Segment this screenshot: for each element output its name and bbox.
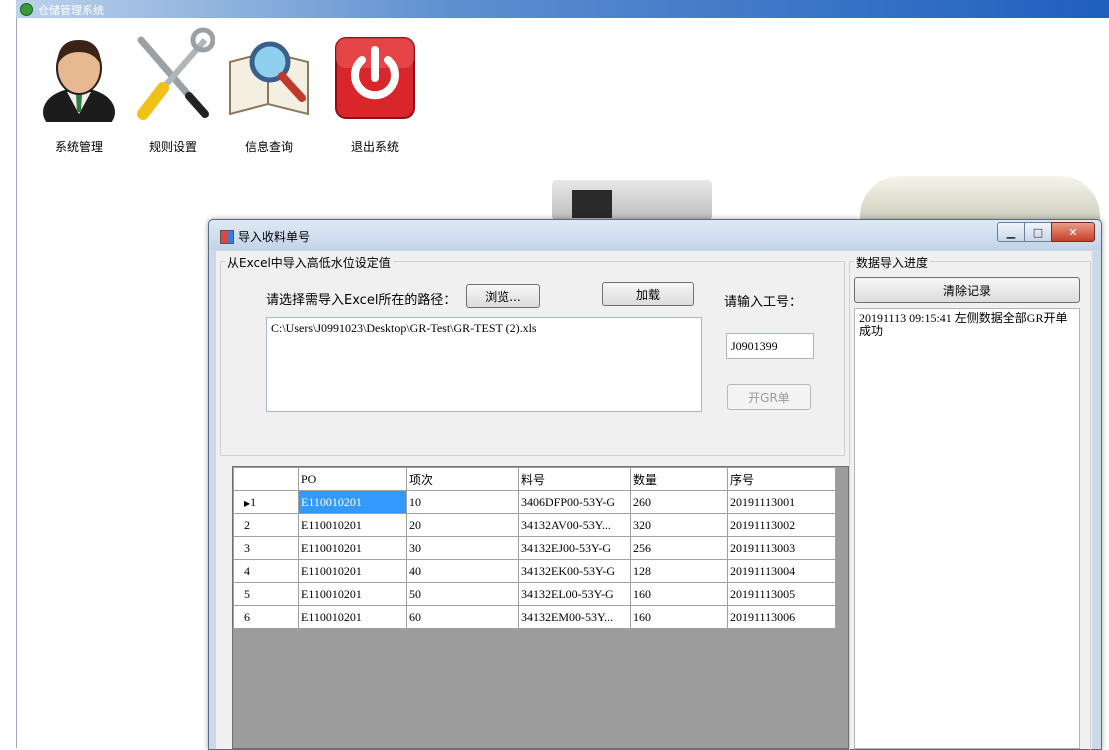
row-header[interactable]: 5	[233, 582, 299, 606]
background-image	[552, 180, 712, 220]
app-title: 仓储管理系统	[38, 4, 104, 17]
cell-seq[interactable]: 20191113003	[727, 536, 836, 560]
app-icon	[20, 3, 33, 16]
cell-po[interactable]: E110010201	[298, 605, 407, 629]
cell-seq[interactable]: 20191113005	[727, 582, 836, 606]
toolbar-label: 规则设置	[148, 140, 197, 154]
cell-seq[interactable]: 20191113001	[727, 490, 836, 514]
dialog-titlebar[interactable]: 导入收料单号 ▁ □ ✕	[209, 220, 1101, 250]
toolbar-label: 退出系统	[350, 140, 399, 154]
toolbar-info-query[interactable]: 信息查询	[224, 22, 314, 162]
toolbar-system-management[interactable]: 系统管理	[34, 22, 124, 162]
clear-records-button[interactable]: 清除记录	[854, 277, 1080, 303]
column-header-po[interactable]: PO	[298, 467, 407, 491]
background-image	[860, 176, 1100, 220]
toolbar-label: 系统管理	[54, 140, 103, 154]
tools-icon	[137, 27, 215, 120]
dialog-client-area: 从Excel中导入高低水位设定值 请选择需导入Excel所在的路径： 浏览...…	[216, 251, 1092, 750]
column-header-seq[interactable]: 序号	[727, 467, 836, 491]
browse-button[interactable]: 浏览...	[466, 284, 540, 308]
cell-part[interactable]: 34132EM00-53Y...	[518, 605, 631, 629]
data-grid-table: PO 项次 料号 数量 序号 ▶1 E110010201 10 3406DFP0…	[233, 467, 836, 629]
user-icon	[43, 40, 115, 122]
cell-item[interactable]: 40	[406, 559, 519, 583]
path-label: 请选择需导入Excel所在的路径：	[266, 293, 457, 308]
cell-item[interactable]: 60	[406, 605, 519, 629]
grid-header-row: PO 项次 料号 数量 序号	[233, 467, 836, 491]
row-number: 1	[250, 494, 257, 509]
table-row[interactable]: 3 E110010201 30 34132EJ00-53Y-G 256 2019…	[233, 536, 836, 560]
cell-part[interactable]: 34132AV00-53Y...	[518, 513, 631, 537]
cell-part[interactable]: 34132EL00-53Y-G	[518, 582, 631, 606]
table-row[interactable]: 2 E110010201 20 34132AV00-53Y... 320 201…	[233, 513, 836, 537]
cell-part[interactable]: 34132EJ00-53Y-G	[518, 536, 631, 560]
cell-item[interactable]: 30	[406, 536, 519, 560]
cell-po[interactable]: E110010201	[298, 582, 407, 606]
table-row[interactable]: 5 E110010201 50 34132EL00-53Y-G 160 2019…	[233, 582, 836, 606]
import-group-legend: 从Excel中导入高低水位设定值	[225, 254, 393, 271]
import-dialog: 导入收料单号 ▁ □ ✕ 从Excel中导入高低水位设定值 请选择需导入Exce…	[208, 219, 1102, 750]
cell-seq[interactable]: 20191113002	[727, 513, 836, 537]
power-icon	[335, 37, 415, 119]
data-grid[interactable]: PO 项次 料号 数量 序号 ▶1 E110010201 10 3406DFP0…	[232, 466, 849, 749]
dialog-title: 导入收料单号	[238, 230, 311, 244]
maximize-button[interactable]: □	[1024, 222, 1052, 242]
cell-qty[interactable]: 260	[630, 490, 728, 514]
cell-seq[interactable]: 20191113006	[727, 605, 836, 629]
row-header[interactable]: ▶1	[233, 490, 299, 514]
column-header-item[interactable]: 项次	[406, 467, 519, 491]
cell-po[interactable]: E110010201	[298, 513, 407, 537]
maximize-icon: □	[1032, 225, 1044, 239]
cell-item[interactable]: 10	[406, 490, 519, 514]
window-icon	[220, 230, 234, 244]
row-header[interactable]: 6	[233, 605, 299, 629]
row-header[interactable]: 3	[233, 536, 299, 560]
table-row[interactable]: ▶1 E110010201 10 3406DFP00-53Y-G 260 201…	[233, 490, 836, 514]
cell-part[interactable]: 3406DFP00-53Y-G	[518, 490, 631, 514]
cell-item[interactable]: 20	[406, 513, 519, 537]
magnifier-book-icon	[229, 41, 309, 116]
minimize-button[interactable]: ▁	[997, 222, 1025, 242]
close-button[interactable]: ✕	[1051, 222, 1095, 242]
close-icon: ✕	[1068, 225, 1078, 239]
grid-corner-cell[interactable]	[233, 467, 299, 491]
cell-po[interactable]: E110010201	[298, 536, 407, 560]
row-header[interactable]: 2	[233, 513, 299, 537]
app-titlebar: 仓储管理系统	[16, 0, 1109, 18]
progress-group-legend: 数据导入进度	[854, 254, 931, 271]
cell-qty[interactable]: 128	[630, 559, 728, 583]
window-border	[16, 18, 17, 748]
employee-id-input[interactable]: J0901399	[726, 333, 814, 359]
column-header-qty[interactable]: 数量	[630, 467, 728, 491]
excel-path-textbox[interactable]: C:\Users\J0991023\Desktop\GR-Test\GR-TES…	[266, 317, 702, 412]
cell-qty[interactable]: 256	[630, 536, 728, 560]
minimize-icon: ▁	[1006, 225, 1016, 239]
load-button[interactable]: 加载	[602, 282, 694, 306]
toolbar-label: 信息查询	[244, 140, 293, 154]
toolbar-rule-settings[interactable]: 规则设置	[128, 22, 218, 162]
cell-qty[interactable]: 160	[630, 582, 728, 606]
cell-qty[interactable]: 320	[630, 513, 728, 537]
open-gr-button[interactable]: 开GR单	[727, 384, 811, 410]
cell-po[interactable]: E110010201	[298, 559, 407, 583]
cell-part[interactable]: 34132EK00-53Y-G	[518, 559, 631, 583]
table-row[interactable]: 6 E110010201 60 34132EM00-53Y... 160 201…	[233, 605, 836, 629]
table-row[interactable]: 4 E110010201 40 34132EK00-53Y-G 128 2019…	[233, 559, 836, 583]
cell-item[interactable]: 50	[406, 582, 519, 606]
column-header-part[interactable]: 料号	[518, 467, 631, 491]
toolbar-exit-system[interactable]: 退出系统	[330, 22, 420, 162]
employee-label: 请输入工号：	[724, 295, 803, 310]
cell-seq[interactable]: 20191113004	[727, 559, 836, 583]
cell-po[interactable]: E110010201	[298, 490, 407, 514]
import-log-textbox[interactable]: 20191113 09:15:41 左侧数据全部GR开单成功	[854, 308, 1080, 749]
row-header[interactable]: 4	[233, 559, 299, 583]
cell-qty[interactable]: 160	[630, 605, 728, 629]
